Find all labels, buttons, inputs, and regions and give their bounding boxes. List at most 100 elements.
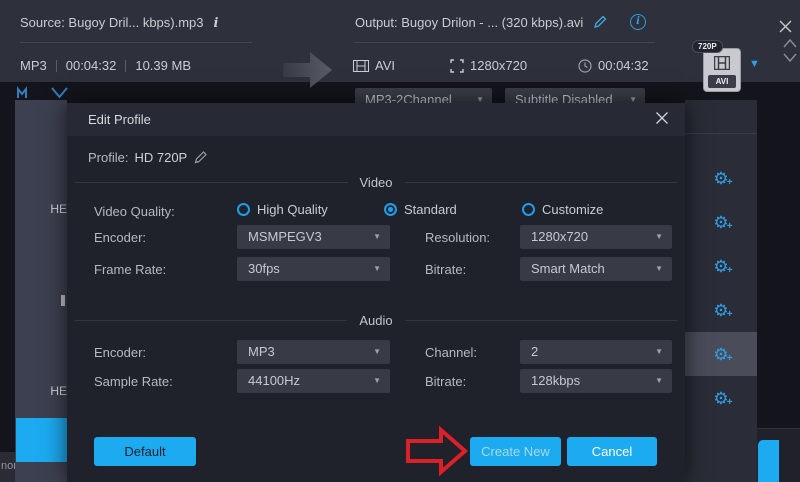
gear-plus-icon: ⚙+ <box>713 390 728 407</box>
resolution-dropdown[interactable]: 1280x720 ▼ <box>520 225 672 249</box>
profile-name-fragment: HE <box>50 202 67 216</box>
audio-encoder-dropdown[interactable]: MP3 ▼ <box>237 340 390 364</box>
cancel-button[interactable]: Cancel <box>567 437 657 466</box>
resolution-label: Resolution: <box>425 230 490 245</box>
chevron-down-icon: ▼ <box>373 225 381 249</box>
profile-settings-button[interactable]: ⚙+ <box>685 288 757 332</box>
rename-output-pencil-icon[interactable] <box>593 15 607 29</box>
source-size: 10.39 MB <box>135 58 191 73</box>
framerate-dropdown[interactable]: 30fps ▼ <box>237 257 390 281</box>
chevron-down-icon: ▼ <box>373 369 381 393</box>
conversion-header: Source: Bugoy Dril... kbps).mp3 i MP3 00:… <box>0 0 800 82</box>
edit-profile-name-pencil-icon[interactable] <box>193 150 208 165</box>
profile-list-panel: HE HE <box>15 100 67 482</box>
output-divider <box>355 42 655 43</box>
source-meta: MP3 00:04:32 10.39 MB <box>20 58 191 73</box>
radio-icon <box>384 203 397 216</box>
output-format-group: AVI <box>353 58 395 73</box>
gear-plus-icon: ⚙+ <box>713 170 728 187</box>
channel-dropdown[interactable]: 2 ▼ <box>520 340 672 364</box>
samplerate-value: 44100Hz <box>248 373 300 388</box>
gear-plus-icon: ⚙+ <box>713 302 728 319</box>
radio-customize[interactable]: Customize <box>522 202 603 217</box>
video-section-title: Video <box>348 175 405 190</box>
panel-close-icon[interactable] <box>778 19 793 34</box>
convert-direction-arrow <box>283 50 333 90</box>
separator <box>56 60 57 72</box>
chevron-down-icon: ▼ <box>373 340 381 364</box>
profile-label: Profile: <box>88 150 128 165</box>
annotation-arrow <box>405 425 469 477</box>
output-profile-thumbnail[interactable]: AVI <box>703 48 741 92</box>
app-window: Source: Bugoy Dril... kbps).mp3 i MP3 00:… <box>0 0 800 482</box>
audio-section-title: Audio <box>347 313 404 328</box>
framerate-label: Frame Rate: <box>94 262 166 277</box>
bottom-bar-fragment: nor <box>0 452 15 482</box>
video-bitrate-label: Bitrate: <box>425 262 466 277</box>
merge-icon-fragment <box>17 86 34 99</box>
audio-section-header: Audio <box>75 313 677 328</box>
radio-high-quality[interactable]: High Quality <box>237 202 328 217</box>
divider <box>685 133 757 134</box>
profile-settings-button-active[interactable]: ⚙+ <box>685 332 757 376</box>
clock-icon <box>578 59 592 73</box>
radio-icon <box>522 203 535 216</box>
source-file-label: Source: Bugoy Dril... kbps).mp3 i <box>20 15 218 31</box>
channel-value: 2 <box>531 344 538 359</box>
profile-name-fragment <box>61 295 65 306</box>
framerate-value: 30fps <box>248 261 280 276</box>
resolution-value: 1280x720 <box>531 229 588 244</box>
output-resolution: 1280x720 <box>470 58 527 73</box>
chevron-icon-fragment <box>51 86 68 99</box>
divider <box>405 182 678 183</box>
chevron-down-icon: ▼ <box>655 257 663 281</box>
chevron-down-icon: ▼ <box>655 340 663 364</box>
profile-dropdown-icon[interactable]: ▼ <box>749 58 760 70</box>
default-button[interactable]: Default <box>94 437 196 466</box>
profile-settings-panel: ⚙+ ⚙+ ⚙+ ⚙+ ⚙+ ⚙+ <box>685 100 757 482</box>
output-info-icon[interactable]: i <box>630 14 646 30</box>
radio-standard[interactable]: Standard <box>384 202 457 217</box>
resolution-expand-icon <box>450 59 464 73</box>
divider <box>75 320 347 321</box>
film-icon <box>714 56 730 70</box>
text-fragment: nor <box>1 460 15 472</box>
radio-label: High Quality <box>257 202 328 217</box>
audio-bitrate-value: 128kbps <box>531 373 580 388</box>
source-file-name: Source: Bugoy Dril... kbps).mp3 <box>20 15 204 30</box>
source-format: MP3 <box>20 58 47 73</box>
radio-label: Customize <box>542 202 603 217</box>
audio-encoder-value: MP3 <box>248 344 275 359</box>
profile-format-label: AVI <box>708 75 736 88</box>
gear-plus-icon: ⚙+ <box>713 346 728 363</box>
audio-bitrate-dropdown[interactable]: 128kbps ▼ <box>520 369 672 393</box>
profile-name-fragment: HE <box>50 384 67 398</box>
profile-settings-button[interactable]: ⚙+ <box>685 376 757 420</box>
separator <box>125 60 126 72</box>
video-quality-label: Video Quality: <box>94 204 175 219</box>
gear-plus-icon: ⚙+ <box>713 258 728 275</box>
samplerate-dropdown[interactable]: 44100Hz ▼ <box>237 369 390 393</box>
profile-settings-button[interactable]: ⚙+ <box>685 244 757 288</box>
profile-name-row: Profile: HD 720P <box>88 150 208 165</box>
chevron-down-icon[interactable] <box>782 52 798 63</box>
output-duration: 00:04:32 <box>598 58 649 73</box>
profile-settings-button[interactable]: ⚙+ <box>685 200 757 244</box>
profile-name-value: HD 720P <box>134 150 187 165</box>
dialog-close-icon[interactable] <box>655 111 669 125</box>
profile-settings-button[interactable]: ⚙+ <box>685 156 757 200</box>
radio-icon <box>237 203 250 216</box>
chevron-up-icon[interactable] <box>782 38 798 49</box>
chevron-down-icon: ▼ <box>655 225 663 249</box>
profile-quality-badge: 720P <box>692 40 723 53</box>
create-new-button[interactable]: Create New <box>470 437 561 466</box>
divider <box>75 182 348 183</box>
video-encoder-label: Encoder: <box>94 230 146 245</box>
audio-encoder-label: Encoder: <box>94 345 146 360</box>
samplerate-label: Sample Rate: <box>94 374 173 389</box>
source-info-icon[interactable]: i <box>214 16 219 31</box>
video-bitrate-dropdown[interactable]: Smart Match ▼ <box>520 257 672 281</box>
video-encoder-dropdown[interactable]: MSMPEGV3 ▼ <box>237 225 390 249</box>
source-duration: 00:04:32 <box>66 58 117 73</box>
divider <box>405 320 677 321</box>
